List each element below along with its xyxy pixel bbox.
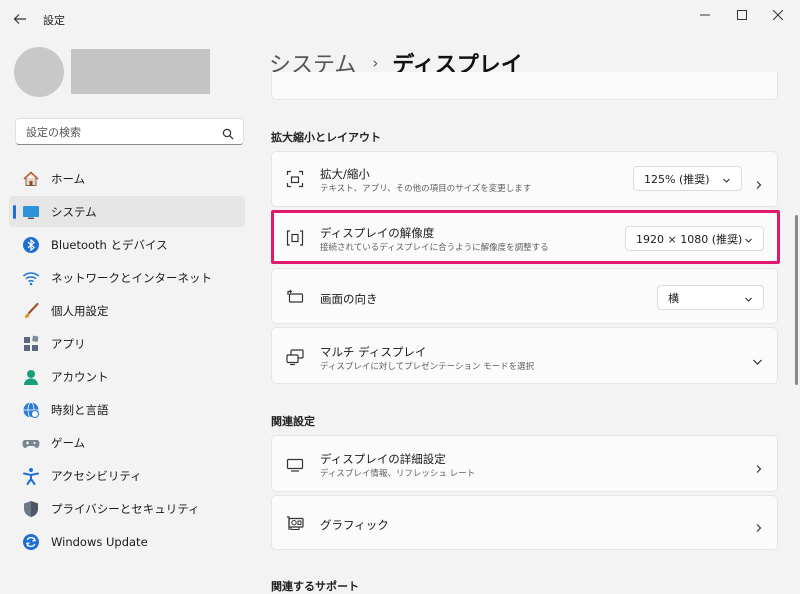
- orientation-icon: [286, 288, 304, 306]
- back-arrow-icon[interactable]: [10, 9, 30, 29]
- scrollbar[interactable]: [795, 215, 798, 385]
- sidebar-item-time-language[interactable]: 時刻と言語: [9, 394, 245, 425]
- previous-card-partial: [271, 72, 778, 100]
- avatar[interactable]: [14, 47, 64, 97]
- multi-display-title: マルチ ディスプレイ: [320, 345, 427, 359]
- sidebar-item-label: プライバシーとセキュリティ: [51, 501, 200, 516]
- profile-name-redacted: [71, 49, 210, 94]
- sidebar-item-personalization[interactable]: 個人用設定: [9, 295, 245, 326]
- scale-title: 拡大/縮小: [320, 167, 370, 181]
- gamepad-icon: [22, 434, 40, 452]
- advanced-display-row[interactable]: ディスプレイの詳細設定 ディスプレイ情報、リフレッシュ レート: [271, 435, 778, 492]
- multi-display-icon: [286, 348, 304, 366]
- multi-display-row[interactable]: マルチ ディスプレイ ディスプレイに対してプレゼンテーション モードを選択: [271, 327, 778, 384]
- scale-dropdown-value: 125% (推奨): [644, 172, 710, 186]
- sidebar-item-apps[interactable]: アプリ: [9, 328, 245, 359]
- sidebar-item-label: ゲーム: [51, 435, 86, 450]
- graphics-row[interactable]: グラフィック: [271, 495, 778, 550]
- orientation-row[interactable]: 画面の向き 横: [271, 268, 778, 324]
- sidebar-item-accessibility[interactable]: アクセシビリティ: [9, 460, 245, 491]
- accessibility-icon: [22, 467, 40, 485]
- sidebar-item-gaming[interactable]: ゲーム: [9, 427, 245, 458]
- minimize-button[interactable]: [690, 4, 720, 26]
- sidebar-item-label: アカウント: [51, 369, 109, 384]
- sidebar-item-label: 個人用設定: [51, 303, 109, 318]
- sidebar-item-accounts[interactable]: アカウント: [9, 361, 245, 392]
- highlight-box: [271, 210, 780, 264]
- search-box[interactable]: [15, 118, 244, 145]
- monitor-icon: [286, 456, 304, 474]
- breadcrumb-separator: ›: [372, 54, 379, 72]
- sidebar-item-windows-update[interactable]: Windows Update: [9, 526, 245, 557]
- section-header-related-support: 関連するサポート: [271, 580, 359, 593]
- close-button[interactable]: [763, 4, 793, 26]
- sidebar-item-label: アクセシビリティ: [51, 468, 142, 483]
- sidebar-nav: ホーム システム Bluetooth とデバイス ネットワークとインターネット …: [9, 163, 245, 559]
- brush-icon: [22, 302, 40, 320]
- sidebar-item-label: システム: [51, 204, 97, 219]
- update-icon: [22, 533, 40, 551]
- apps-icon: [22, 335, 40, 353]
- sidebar-item-system[interactable]: システム: [9, 196, 245, 227]
- graphics-title: グラフィック: [320, 518, 389, 532]
- shield-icon: [22, 500, 40, 518]
- scale-row[interactable]: 拡大/縮小 テキスト、アプリ、その他の項目のサイズを変更します 125% (推奨…: [271, 151, 778, 207]
- sidebar-item-label: 時刻と言語: [51, 402, 109, 417]
- sidebar-item-privacy[interactable]: プライバシーとセキュリティ: [9, 493, 245, 524]
- scale-dropdown[interactable]: 125% (推奨): [633, 166, 742, 191]
- chevron-down-icon: [722, 175, 731, 184]
- orientation-dropdown[interactable]: 横: [657, 285, 764, 310]
- home-icon: [22, 170, 40, 188]
- section-header-related: 関連設定: [271, 415, 315, 428]
- account-icon: [22, 368, 40, 386]
- bluetooth-icon: [22, 236, 40, 254]
- chevron-right-icon[interactable]: [754, 175, 764, 189]
- sidebar-item-label: ホーム: [51, 171, 86, 186]
- chevron-right-icon[interactable]: [754, 518, 764, 532]
- globe-icon: [22, 401, 40, 419]
- network-icon: [22, 269, 40, 287]
- chevron-down-icon[interactable]: [752, 352, 762, 365]
- sidebar-item-bluetooth[interactable]: Bluetooth とデバイス: [9, 229, 245, 260]
- system-icon: [22, 203, 40, 221]
- sidebar-item-label: ネットワークとインターネット: [51, 270, 212, 285]
- search-input[interactable]: [24, 123, 218, 142]
- scale-icon: [286, 170, 304, 188]
- orientation-title: 画面の向き: [320, 292, 378, 306]
- title-bar: 設定: [0, 0, 800, 38]
- chevron-right-icon[interactable]: [754, 459, 764, 473]
- multi-display-subtitle: ディスプレイに対してプレゼンテーション モードを選択: [320, 362, 535, 372]
- maximize-button[interactable]: [727, 4, 757, 26]
- app-title: 設定: [43, 14, 65, 27]
- advanced-display-title: ディスプレイの詳細設定: [320, 452, 446, 466]
- sidebar-item-label: Bluetooth とデバイス: [51, 237, 168, 252]
- sidebar-item-network[interactable]: ネットワークとインターネット: [9, 262, 245, 293]
- chevron-down-icon: [744, 294, 753, 303]
- scale-subtitle: テキスト、アプリ、その他の項目のサイズを変更します: [320, 184, 532, 194]
- sidebar-item-label: アプリ: [51, 336, 86, 351]
- section-header-scale-layout: 拡大縮小とレイアウト: [271, 131, 381, 144]
- search-icon[interactable]: [222, 125, 234, 140]
- orientation-dropdown-value: 横: [668, 291, 679, 305]
- sidebar-item-label: Windows Update: [51, 534, 148, 549]
- sidebar-item-home[interactable]: ホーム: [9, 163, 245, 194]
- advanced-display-subtitle: ディスプレイ情報、リフレッシュ レート: [320, 469, 476, 479]
- graphics-card-icon: [286, 514, 304, 532]
